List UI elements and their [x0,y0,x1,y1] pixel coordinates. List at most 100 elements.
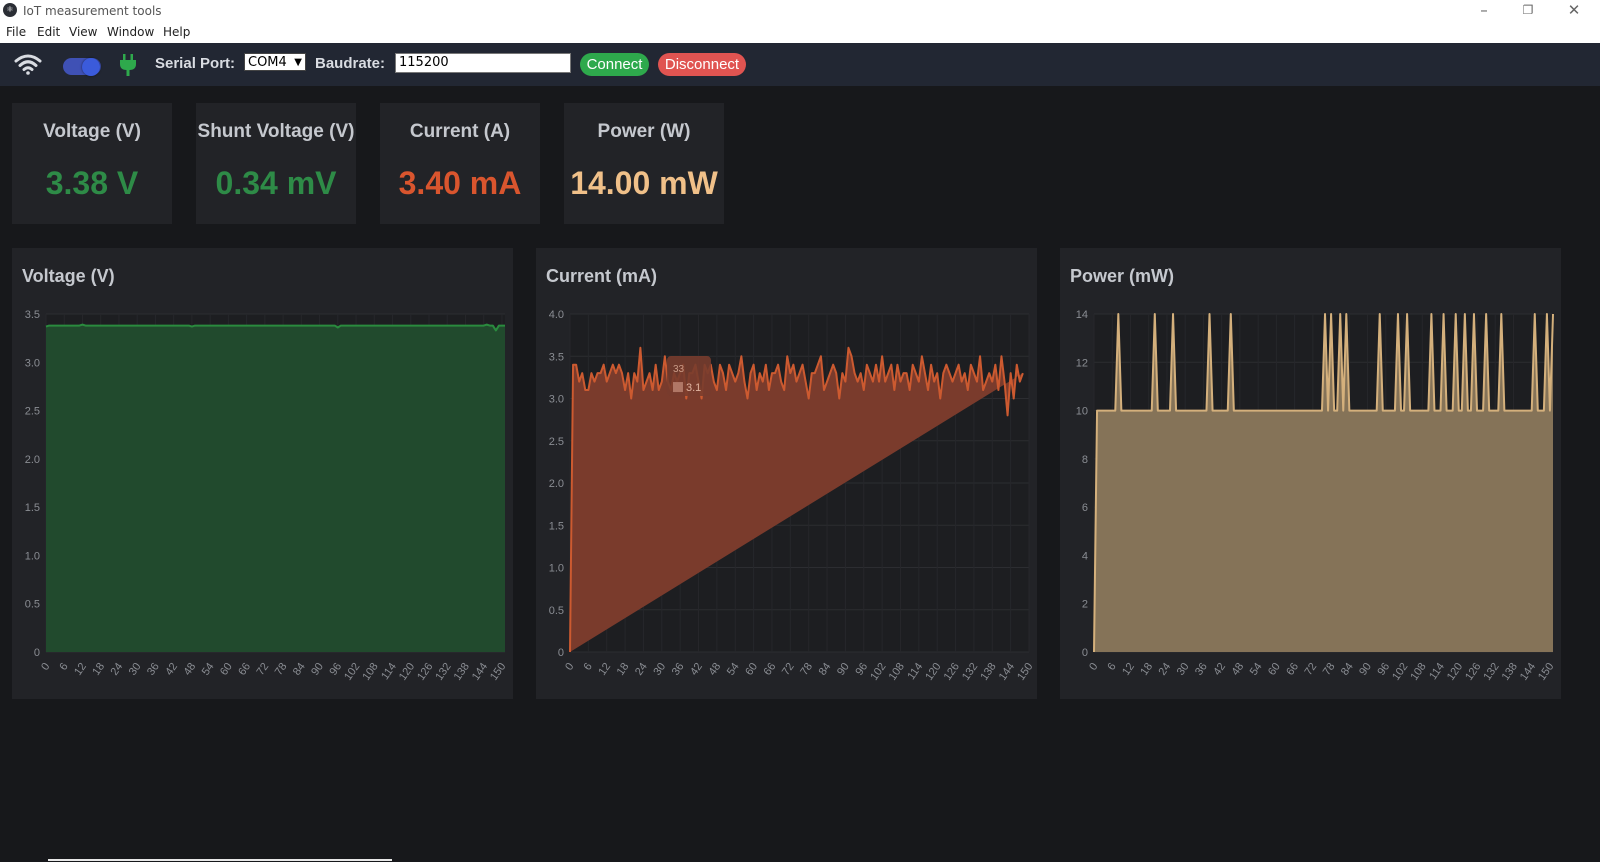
x-tick-label: 36 [670,661,687,678]
x-tick-label: 48 [706,661,723,678]
connect-button[interactable]: Connect [580,53,649,76]
close-icon[interactable]: ✕ [1552,0,1596,22]
y-tick-label: 4 [1082,550,1088,562]
x-tick-label: 108 [360,661,380,683]
restore-icon[interactable]: ❐ [1506,0,1550,22]
x-tick-label: 144 [470,661,490,683]
x-tick-label: 138 [978,661,998,683]
x-tick-label: 12 [72,661,89,678]
x-tick-label: 108 [1408,661,1428,683]
x-tick-label: 42 [163,661,180,678]
x-tick-label: 78 [1321,661,1338,678]
y-tick-label: 3.0 [25,357,40,369]
wifi-icon [14,54,42,75]
x-tick-label: 120 [397,661,417,683]
x-tick-label: 102 [868,661,888,683]
x-tick-label: 12 [596,661,613,678]
voltage-chart: 00.51.01.52.02.53.03.50 6 12 18 24 30 36 42 48 54… [25,309,509,683]
x-tick-label: 30 [127,661,144,678]
x-tick-label: 18 [90,661,107,678]
x-tick-label: 48 [182,661,199,678]
x-tick-label: 72 [780,661,797,678]
x-tick-label: 0 [1087,661,1100,673]
title-bar: ⚛ IoT measurement tools – ❐ ✕ [0,0,1600,23]
y-tick-label: 14 [1076,309,1088,321]
card-value: 0.34 mV [215,165,337,201]
menu-view[interactable]: View [69,25,97,39]
x-tick-label: 24 [1157,661,1174,678]
plug-icon [120,54,136,76]
x-tick-label: 42 [1211,661,1228,678]
x-tick-label: 138 [452,661,472,683]
x-tick-label: 54 [1248,661,1265,678]
x-tick-label: 144 [997,661,1017,683]
power-chart-panel: 0 2 4 6 8 10 12 14 0 6 12 18 24 30 36 42 48 54 60 66 72 78 84 9… [1060,248,1561,699]
x-tick-label: 36 [1193,661,1210,678]
x-tick-label: 108 [887,661,907,683]
serial-port-select[interactable]: COM4 ▼ [244,53,306,71]
serial-port-value: COM4 [248,55,287,70]
y-tick-label: 1.5 [549,520,564,532]
x-tick-label: 18 [1138,661,1155,678]
connection-toggle[interactable] [63,58,101,76]
shunt-voltage-card: Shunt Voltage (V) 0.34 mV [196,103,356,224]
x-tick-label: 6 [1105,661,1118,673]
y-tick-label: 0 [1082,647,1088,659]
x-tick-label: 30 [1175,661,1192,678]
x-tick-label: 84 [291,661,308,678]
x-tick-label: 144 [1518,661,1538,683]
x-tick-label: 54 [725,661,742,678]
y-tick-label: 10 [1076,406,1088,418]
chart-title: Current (mA) [546,266,657,286]
y-tick-label: 0 [558,647,564,659]
series-area [46,324,505,652]
x-tick-label: 150 [1015,661,1035,683]
x-tick-label: 102 [342,661,362,683]
x-tick-label: 60 [743,661,760,678]
card-value: 3.40 mA [398,165,522,201]
menu-window[interactable]: Window [107,25,154,39]
y-tick-label: 0.5 [25,599,40,611]
x-tick-label: 60 [218,661,235,678]
toggle-knob [82,58,100,76]
x-tick-label: 114 [905,661,925,682]
x-tick-label: 90 [309,661,326,678]
disconnect-button[interactable]: Disconnect [658,53,746,76]
current-chart-panel: 0 0.5 1.0 1.5 2.0 2.5 3.0 3.5 4.0 0 6 12 18 24 30 36 42 4… [536,248,1037,699]
menu-help[interactable]: Help [163,25,190,39]
power-card: Power (W) 14.00 mW [564,103,724,224]
x-tick-label: 18 [615,661,632,678]
x-tick-label: 0 [563,661,576,673]
x-tick-label: 78 [273,661,290,678]
x-tick-label: 84 [817,661,834,678]
y-tick-label: 1.0 [25,550,40,562]
y-tick-label: 1.5 [25,502,40,514]
tooltip-swatch [672,382,683,393]
baudrate-input[interactable]: 115200 [395,53,571,73]
x-tick-label: 150 [488,661,508,683]
y-tick-label: 2 [1082,599,1088,611]
card-value: 14.00 mW [570,165,718,201]
chart-title: Voltage (V) [22,266,115,286]
y-tick-label: 2.5 [549,436,564,448]
minimize-icon[interactable]: – [1462,0,1506,22]
menu-file[interactable]: File [6,25,26,39]
y-tick-label: 6 [1082,502,1088,514]
x-tick-label: 126 [1463,661,1483,683]
app-logo-icon: ⚛ [3,3,17,17]
x-tick-label: 132 [1481,661,1501,683]
x-tick-label: 54 [200,661,217,678]
x-tick-label: 78 [798,661,815,678]
x-tick-label: 24 [633,661,650,678]
current-chart: 00.51.01.52.02.53.03.54.00 6 12 18 24 30 36 42 4… [549,309,1036,683]
tooltip-x-label: 33 [673,364,685,375]
y-tick-label: 3.5 [25,309,40,321]
x-tick-label: 66 [1284,661,1301,678]
x-tick-label: 60 [1266,661,1283,678]
tooltip-value: 3.1 [686,382,701,394]
card-title: Current (A) [409,121,511,142]
x-tick-label: 90 [835,661,852,678]
chart-tooltip: 333.1 [666,356,711,397]
x-tick-label: 66 [236,661,253,678]
menu-edit[interactable]: Edit [37,25,60,39]
